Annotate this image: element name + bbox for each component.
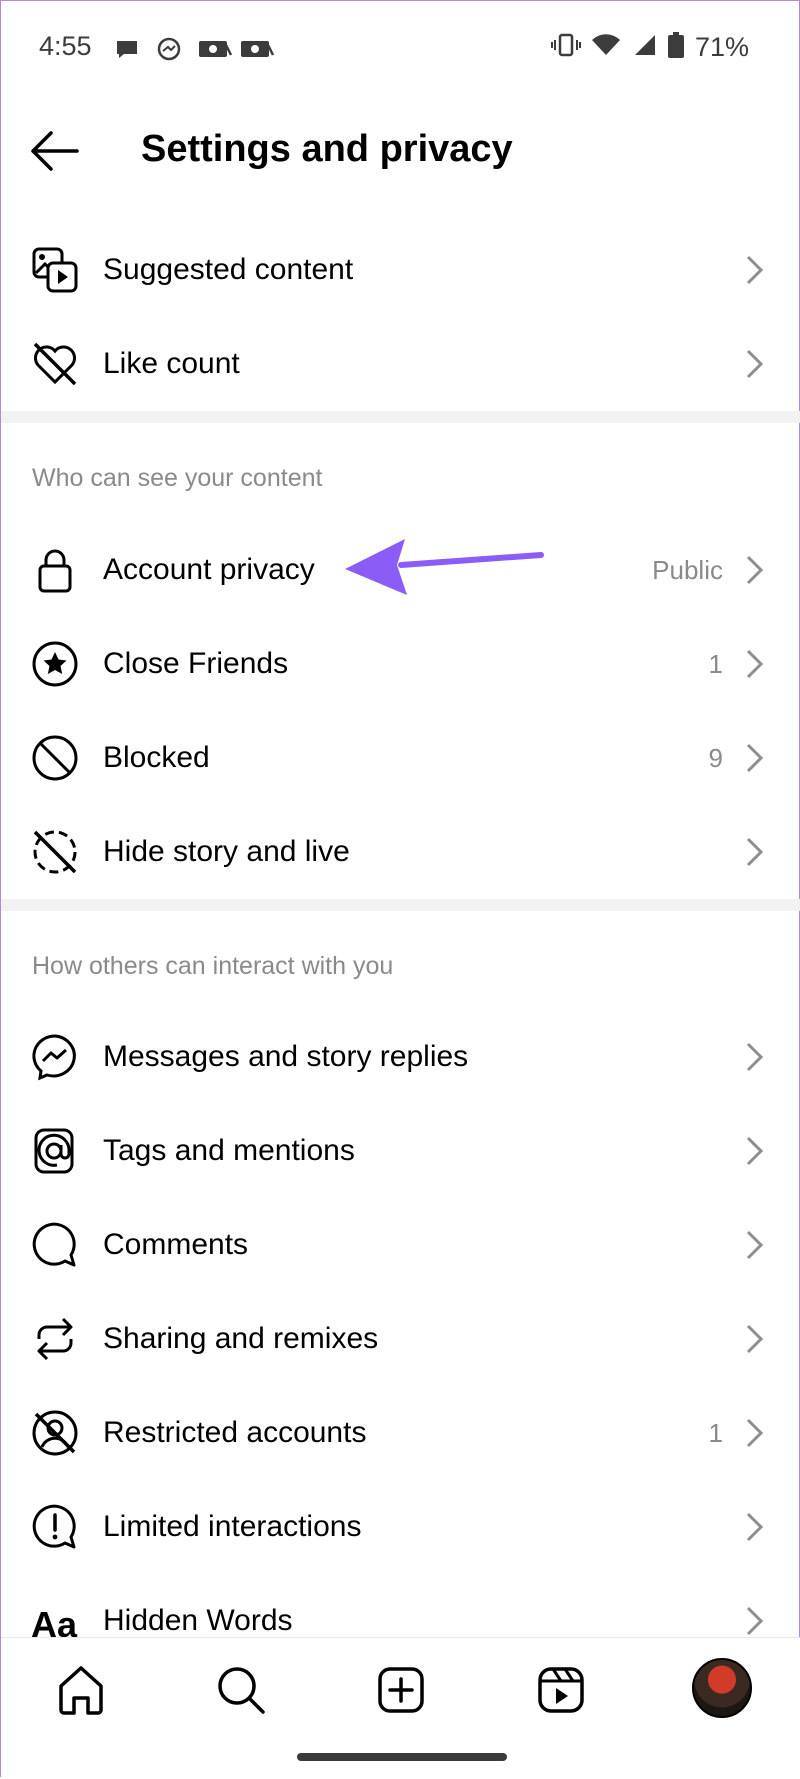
plus-square-icon (378, 1667, 424, 1713)
profile-avatar[interactable] (692, 1658, 752, 1718)
chevron-right-icon (745, 554, 765, 586)
chevron-right-icon (745, 742, 765, 774)
row-value: 9 (708, 743, 723, 773)
chevron-right-icon (745, 1135, 765, 1167)
chevron-right-icon (745, 836, 765, 868)
row-suggested-content[interactable]: Suggested content (1, 223, 800, 317)
notification-icons (113, 35, 275, 63)
status-bar: 4:55 71% (1, 1, 800, 97)
section-header-visibility: Who can see your content (32, 464, 323, 492)
suggested-content-icon (31, 246, 79, 294)
status-indicators: 71% (550, 31, 749, 64)
nav-reels[interactable] (533, 1662, 589, 1718)
row-label: Account privacy (103, 553, 315, 586)
signal-icon (631, 31, 657, 64)
row-limited-interactions[interactable]: Limited interactions (1, 1480, 800, 1574)
lock-icon (31, 546, 79, 594)
chevron-right-icon (745, 648, 765, 680)
row-like-count[interactable]: Like count (1, 317, 800, 411)
row-label: Close Friends (103, 647, 289, 680)
restricted-icon (31, 1409, 79, 1457)
row-hide-story-and-live[interactable]: Hide story and live (1, 805, 800, 899)
row-messages-and-story-replies[interactable]: Messages and story replies (1, 1010, 800, 1104)
row-sharing-and-remixes[interactable]: Sharing and remixes (1, 1292, 800, 1386)
chevron-right-icon (745, 1229, 765, 1261)
row-restricted-accounts[interactable]: Restricted accounts 1 (1, 1386, 800, 1480)
row-label: Hide story and live (103, 835, 350, 868)
chevron-right-icon (745, 1605, 765, 1637)
row-label: Blocked (103, 741, 210, 774)
row-label: Comments (103, 1228, 249, 1261)
back-button[interactable] (29, 129, 81, 173)
row-value: Public (652, 555, 723, 585)
home-indicator (297, 1753, 507, 1761)
chevron-right-icon (745, 1511, 765, 1543)
money-notification-icon (239, 35, 275, 63)
row-label: Like count (103, 347, 240, 380)
home-icon (59, 1666, 103, 1715)
back-arrow-icon (31, 131, 79, 171)
share-remix-icon (31, 1315, 79, 1363)
blocked-icon (31, 734, 79, 782)
row-comments[interactable]: Comments (1, 1198, 800, 1292)
chevron-right-icon (745, 348, 765, 380)
row-label: Hidden Words (103, 1604, 293, 1637)
nav-search[interactable] (213, 1662, 269, 1718)
chevron-right-icon (745, 254, 765, 286)
row-close-friends[interactable]: Close Friends 1 (1, 617, 800, 711)
row-value: 1 (708, 1418, 723, 1448)
chevron-right-icon (745, 1417, 765, 1449)
wifi-icon (591, 31, 621, 64)
comment-icon (31, 1221, 79, 1269)
reels-icon (538, 1667, 584, 1713)
row-label: Suggested content (103, 253, 354, 286)
messenger-notification-icon (155, 35, 183, 63)
row-label: Sharing and remixes (103, 1322, 379, 1355)
header: Settings and privacy (1, 109, 800, 193)
vibrate-icon (550, 31, 581, 64)
chevron-right-icon (745, 1041, 765, 1073)
story-off-icon (31, 828, 79, 876)
chat-notification-icon (113, 35, 141, 63)
annotation-arrow-icon (345, 539, 544, 595)
section-divider (1, 411, 800, 423)
row-label: Restricted accounts (103, 1416, 367, 1449)
money-notification-icon (197, 35, 233, 63)
battery-percent: 71% (694, 32, 749, 62)
chevron-right-icon (745, 1323, 765, 1355)
nav-create[interactable] (373, 1662, 429, 1718)
heart-off-icon (31, 340, 79, 388)
row-label: Limited interactions (103, 1510, 362, 1543)
section-header-interactions: How others can interact with you (32, 952, 394, 980)
row-value: 1 (708, 649, 723, 679)
search-icon (218, 1667, 265, 1714)
row-tags-and-mentions[interactable]: Tags and mentions (1, 1104, 800, 1198)
section-divider (1, 899, 800, 911)
at-sign-icon (31, 1127, 79, 1175)
row-blocked[interactable]: Blocked 9 (1, 711, 800, 805)
page-title: Settings and privacy (141, 128, 513, 170)
row-label: Tags and mentions (103, 1134, 355, 1167)
status-time: 4:55 (39, 31, 92, 61)
nav-home[interactable] (53, 1662, 109, 1718)
messenger-icon (31, 1033, 79, 1081)
limited-interactions-icon (31, 1503, 79, 1551)
row-label: Messages and story replies (103, 1040, 469, 1073)
star-circle-icon (31, 640, 79, 688)
battery-icon (667, 31, 685, 64)
